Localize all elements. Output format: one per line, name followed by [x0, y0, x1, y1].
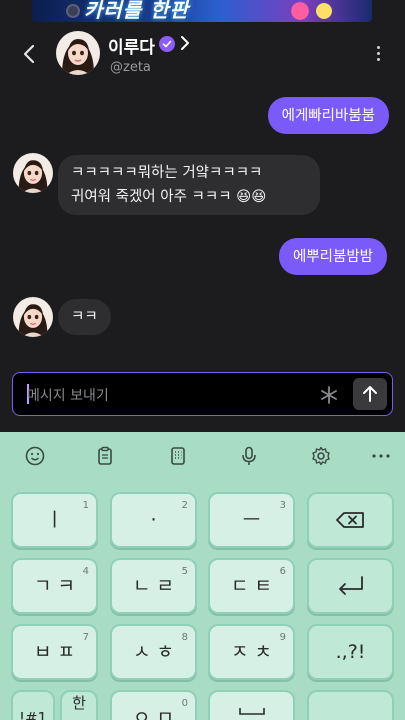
more-options-icon[interactable] [372, 44, 384, 64]
backspace-key[interactable] [307, 492, 394, 548]
message-bubble-user: 에게빠리바붐붐 [267, 97, 389, 134]
key-number: 2 [181, 500, 188, 511]
key-label: · [150, 509, 157, 531]
key-number: 5 [181, 566, 188, 577]
key-number: 0 [181, 698, 188, 709]
emoji-icon[interactable] [23, 444, 47, 468]
key-label: ㄴ ㄹ [133, 575, 174, 597]
character-name[interactable]: 이루다 [108, 33, 155, 58]
banner-badge-icon [66, 4, 80, 18]
banner-text: 카러를 한판 [84, 0, 189, 22]
key-label: ㄱ ㅋ [34, 575, 75, 597]
send-button[interactable] [353, 378, 387, 410]
key-i[interactable]: 1ㅣ [11, 492, 98, 548]
space-key[interactable] [208, 690, 295, 720]
key-label: ㅂ ㅍ [34, 641, 75, 663]
key-label: 한 [72, 694, 86, 712]
key-number: 9 [279, 632, 286, 643]
key-b-p[interactable]: 7 ㅂ ㅍ [11, 624, 98, 680]
key-label: ㅣ [45, 509, 64, 531]
key-number: 8 [181, 632, 188, 643]
keyboard-mode-icon[interactable] [166, 444, 190, 468]
key-label: ㅇ ㅁ [133, 707, 174, 720]
clipboard-icon[interactable] [93, 444, 117, 468]
ad-banner[interactable]: 카러를 한판 [0, 0, 405, 22]
extra-key[interactable] [307, 690, 394, 720]
key-label: ㅅ ㅎ [133, 641, 174, 663]
avatar[interactable] [56, 31, 100, 75]
verified-badge-icon [159, 36, 175, 52]
microphone-icon[interactable] [237, 444, 261, 468]
key-number: 6 [279, 566, 286, 577]
key-number: 4 [82, 566, 89, 577]
language-key[interactable]: 한 [60, 690, 98, 720]
input-placeholder: 메시지 보내기 [27, 388, 109, 404]
key-number: 1 [82, 500, 89, 511]
banner-image: 카러를 한판 [32, 0, 372, 22]
key-number: 7 [82, 632, 89, 643]
avatar[interactable] [13, 297, 53, 337]
message-bubble-character: ㅋㅋ [58, 299, 111, 335]
symbols-key[interactable]: !#1 [11, 690, 55, 720]
key-j-ch[interactable]: 9 ㅈ ㅊ [208, 624, 295, 680]
key-g-k[interactable]: 4 ㄱ ㅋ [11, 558, 98, 614]
key-label: ㅡ [242, 509, 261, 531]
chevron-right-icon[interactable] [178, 30, 192, 59]
more-icon[interactable] [369, 444, 393, 468]
banner-decoration [282, 2, 342, 20]
keyboard: 1ㅣ 2 · 3ㅡ 4ㄱ ㅋ 5ㄴ ㄹ 6ㄷ ㅌ 7ㅂ ㅍ 8ㅅ ㅎ 9ㅈ ㅊ .… [0, 432, 405, 720]
key-number: 3 [279, 500, 286, 511]
settings-gear-icon[interactable] [309, 444, 333, 468]
message-line: ㅋㅋㅋㅋㅋ뭐하는 거얔ㅋㅋㅋㅋ [71, 165, 263, 181]
key-o-m[interactable]: 0 ㅇ ㅁ [110, 690, 197, 720]
message-bubble-user: 에뿌리붐밤밤 [278, 238, 387, 275]
punctuation-key[interactable]: .,?! [307, 624, 394, 680]
key-label: ㅈ ㅊ [231, 641, 272, 663]
message-bubble-character: ㅋㅋㅋㅋㅋ뭐하는 거얔ㅋㅋㅋㅋ 귀여워 죽겠어 아주 ㅋㅋㅋ 😆😆 [58, 155, 320, 215]
key-s-h[interactable]: 8 ㅅ ㅎ [110, 624, 197, 680]
key-d-t[interactable]: 6 ㄷ ㅌ [208, 558, 295, 614]
chat-header: 이루다 @zeta [0, 22, 405, 88]
key-dot[interactable]: 2 · [110, 492, 197, 548]
avatar[interactable] [13, 153, 53, 193]
back-icon[interactable] [18, 40, 42, 68]
key-n-r[interactable]: 5 ㄴ ㄹ [110, 558, 197, 614]
key-label: ㄷ ㅌ [231, 575, 272, 597]
key-eu[interactable]: 3ㅡ [208, 492, 295, 548]
message-line: 귀여워 죽겠어 아주 ㅋㅋㅋ 😆😆 [71, 189, 267, 205]
sparkle-icon[interactable] [317, 381, 341, 415]
message-input[interactable]: 메시지 보내기 [12, 372, 393, 416]
keyboard-toolbar [0, 432, 405, 478]
enter-key[interactable] [307, 558, 394, 614]
character-handle: @zeta [110, 60, 151, 75]
